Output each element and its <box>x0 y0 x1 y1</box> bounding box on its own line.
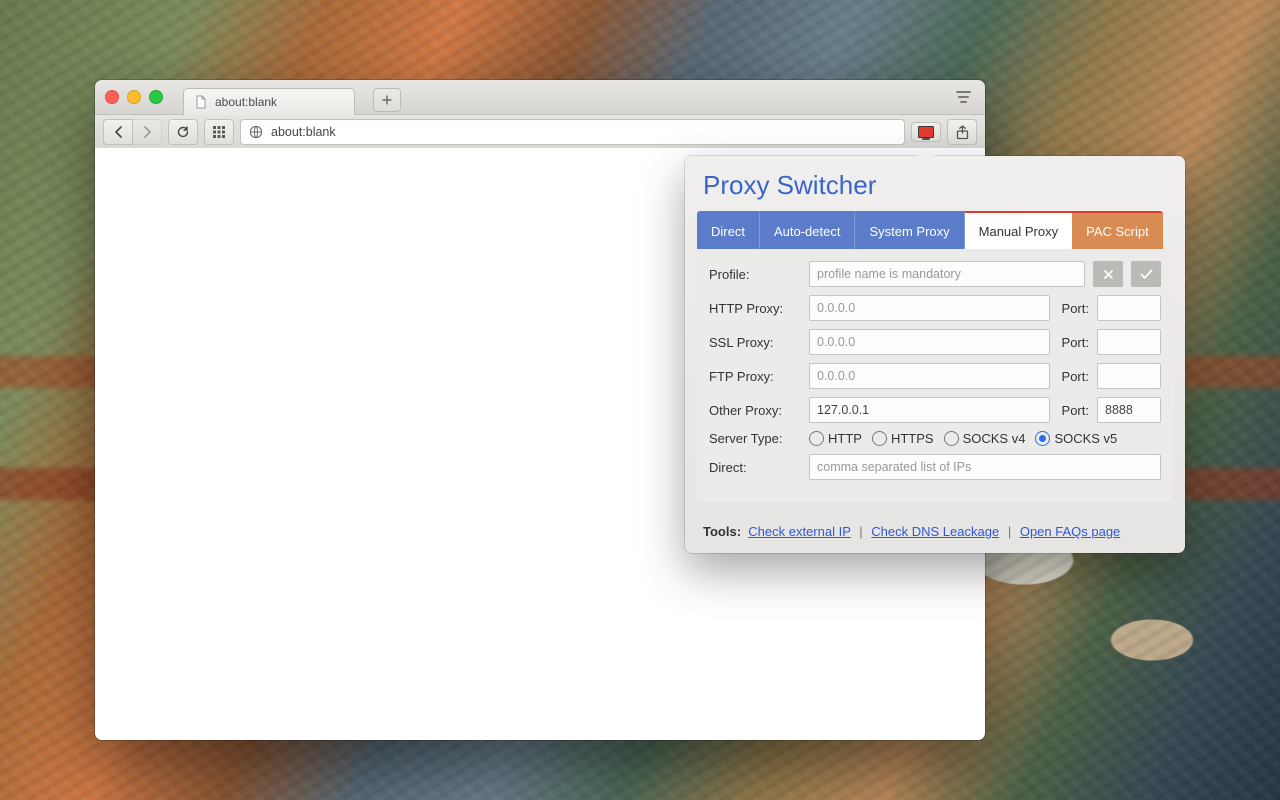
direct-label: Direct: <box>709 460 801 475</box>
browser-menu-button[interactable] <box>951 87 975 107</box>
tab-system-proxy[interactable]: System Proxy <box>855 211 964 249</box>
ftp-proxy-port-input[interactable] <box>1097 363 1161 389</box>
address-text: about:blank <box>271 125 336 139</box>
ftp-proxy-label: FTP Proxy: <box>709 369 801 384</box>
server-type-http[interactable]: HTTP <box>809 431 862 446</box>
tools-row: Tools: Check external IP | Check DNS Lea… <box>703 524 1167 539</box>
link-check-external-ip[interactable]: Check external IP <box>748 524 850 539</box>
profile-label: Profile: <box>709 267 801 282</box>
http-proxy-label: HTTP Proxy: <box>709 301 801 316</box>
address-bar[interactable]: about:blank <box>240 119 905 145</box>
proxy-tabs: Direct Auto-detect System Proxy Manual P… <box>697 211 1173 249</box>
window-controls <box>105 90 163 104</box>
tab-pac-script[interactable]: PAC Script <box>1072 211 1163 249</box>
zoom-window-button[interactable] <box>149 90 163 104</box>
browser-tab[interactable]: about:blank <box>183 88 355 115</box>
direct-ips-input[interactable] <box>809 454 1161 480</box>
new-tab-button[interactable] <box>373 88 401 112</box>
profile-delete-button[interactable] <box>1093 261 1123 287</box>
other-proxy-port-input[interactable] <box>1097 397 1161 423</box>
tab-direct[interactable]: Direct <box>697 211 760 249</box>
profile-input[interactable] <box>809 261 1085 287</box>
proxy-switcher-popup: Proxy Switcher Direct Auto-detect System… <box>685 156 1185 553</box>
http-port-label: Port: <box>1062 301 1089 316</box>
http-proxy-host-input[interactable] <box>809 295 1050 321</box>
profile-save-button[interactable] <box>1131 261 1161 287</box>
other-proxy-host-input[interactable] <box>809 397 1050 423</box>
server-type-radios: HTTP HTTPS SOCKS v4 SOCKS v5 <box>809 431 1117 446</box>
back-button[interactable] <box>103 119 133 145</box>
ssl-proxy-host-input[interactable] <box>809 329 1050 355</box>
ftp-port-label: Port: <box>1062 369 1089 384</box>
tools-label: Tools: <box>703 524 741 539</box>
browser-toolbar: about:blank <box>95 115 985 150</box>
nav-group <box>103 119 162 145</box>
page-icon <box>194 95 208 109</box>
server-type-label: Server Type: <box>709 431 801 446</box>
tab-title: about:blank <box>215 95 277 109</box>
ssl-port-label: Port: <box>1062 335 1089 350</box>
server-type-https[interactable]: HTTPS <box>872 431 934 446</box>
manual-proxy-form: Profile: HTTP Proxy: Port: SSL Proxy: Po… <box>697 249 1173 502</box>
share-button[interactable] <box>947 119 977 145</box>
tab-manual-proxy[interactable]: Manual Proxy <box>965 211 1072 249</box>
proxy-extension-icon <box>918 126 934 138</box>
proxy-switcher-extension-button[interactable] <box>911 122 941 142</box>
ssl-proxy-label: SSL Proxy: <box>709 335 801 350</box>
reload-button[interactable] <box>168 119 198 145</box>
http-proxy-port-input[interactable] <box>1097 295 1161 321</box>
tab-auto-detect[interactable]: Auto-detect <box>760 211 856 249</box>
apps-button[interactable] <box>204 119 234 145</box>
forward-button[interactable] <box>133 119 162 145</box>
link-open-faqs[interactable]: Open FAQs page <box>1020 524 1120 539</box>
window-titlebar: about:blank <box>95 80 985 115</box>
other-port-label: Port: <box>1062 403 1089 418</box>
server-type-socks4[interactable]: SOCKS v4 <box>944 431 1026 446</box>
link-check-dns-leakage[interactable]: Check DNS Leackage <box>871 524 999 539</box>
other-proxy-label: Other Proxy: <box>709 403 801 418</box>
server-type-socks5[interactable]: SOCKS v5 <box>1035 431 1117 446</box>
globe-icon <box>249 125 263 139</box>
minimize-window-button[interactable] <box>127 90 141 104</box>
close-window-button[interactable] <box>105 90 119 104</box>
popup-title: Proxy Switcher <box>703 170 1167 201</box>
ssl-proxy-port-input[interactable] <box>1097 329 1161 355</box>
ftp-proxy-host-input[interactable] <box>809 363 1050 389</box>
